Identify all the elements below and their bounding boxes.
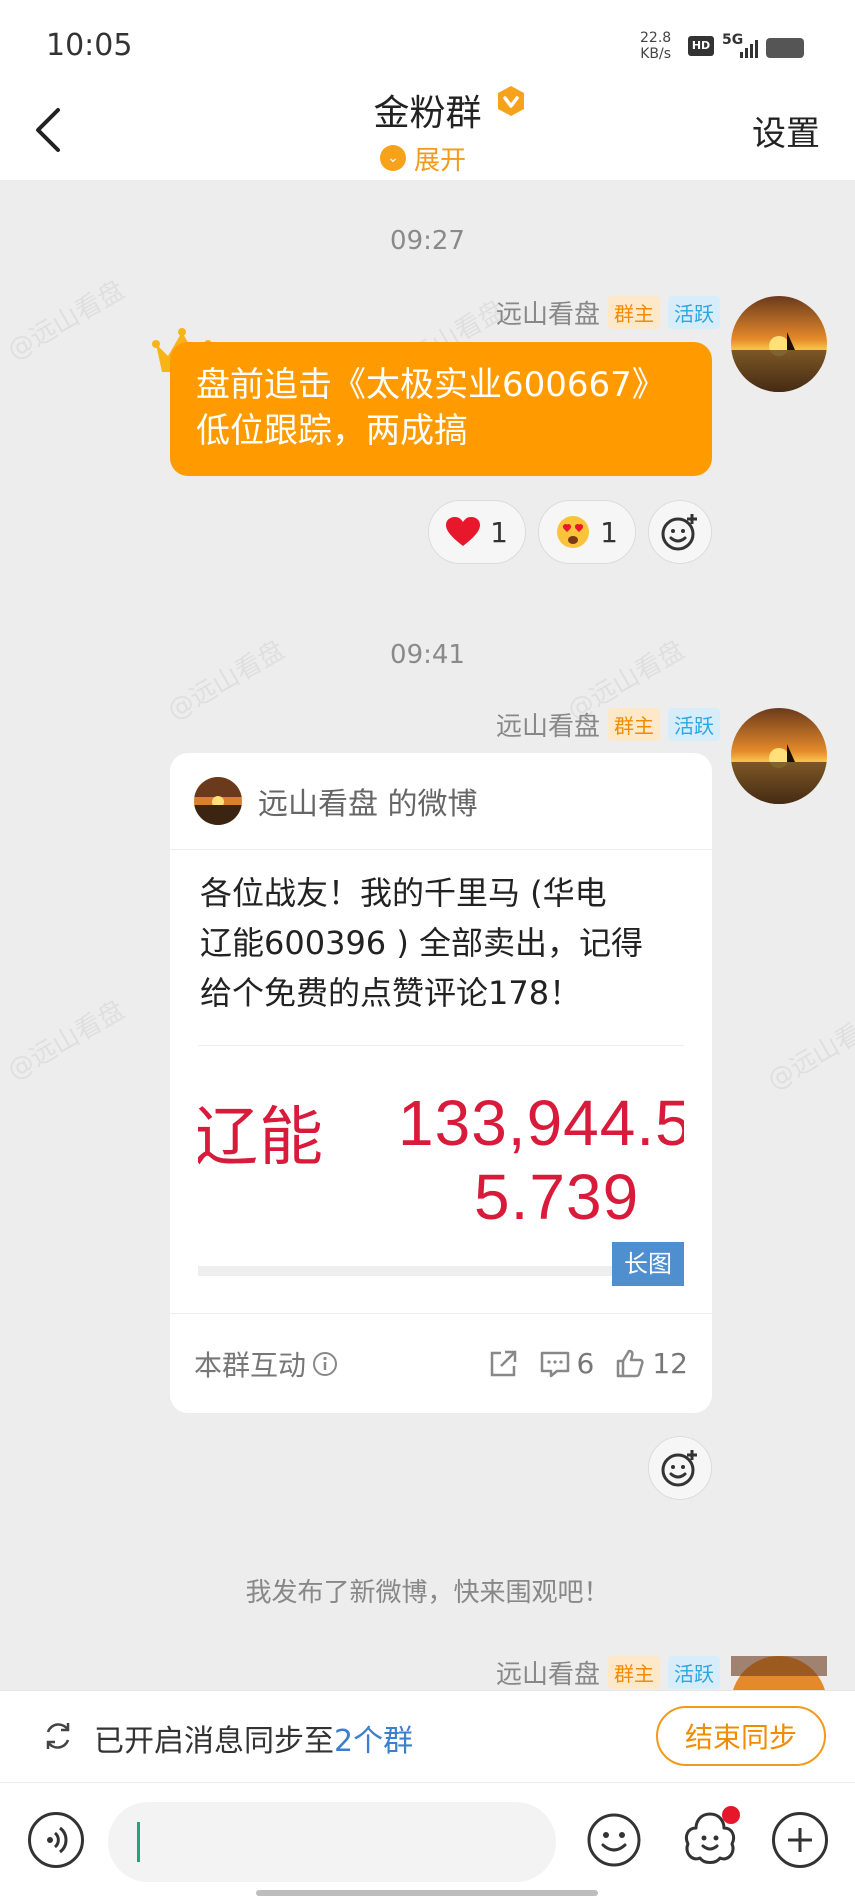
reaction-heart-eyes[interactable]: 1	[538, 500, 636, 564]
status-time: 10:05	[46, 28, 133, 63]
settings-button[interactable]: 设置	[752, 106, 820, 155]
reaction-heart[interactable]: 1	[428, 500, 526, 564]
card-footer: 本群互动 6 12	[170, 1313, 712, 1413]
voice-icon	[47, 1826, 68, 1854]
expand-label: 展开	[414, 145, 467, 176]
notification-dot	[722, 1806, 740, 1824]
weibo-card[interactable]: 远山看盘 的微博 各位战友！我的千里马 (华电 辽能600396 ) 全部卖出，…	[170, 753, 712, 1413]
add-emoji-icon	[661, 1450, 697, 1487]
expand-toggle[interactable]: ⌄ 展开	[380, 138, 466, 178]
add-emoji-icon	[661, 514, 697, 551]
plus-icon	[788, 1828, 812, 1852]
watermark: @远山看盘	[2, 275, 131, 367]
card-text: 各位战友！我的千里马 (华电 辽能600396 ) 全部卖出，记得 给个免费的点…	[200, 874, 643, 1012]
reaction-count: 1	[600, 515, 618, 549]
image-strip	[198, 1266, 612, 1276]
message-bubble[interactable]: 盘前追击《太极实业600667》 低位跟踪，两成搞	[170, 342, 712, 476]
heart-icon	[446, 517, 481, 546]
battery-icon	[766, 38, 804, 58]
sunset-avatar-icon	[194, 777, 242, 825]
group-title: 金粉群	[373, 93, 482, 134]
avatar[interactable]	[731, 1656, 827, 1690]
card-author: 远山看盘 的微博	[258, 787, 478, 822]
heart-eyes-icon	[557, 516, 590, 548]
avatar[interactable]	[731, 708, 827, 804]
info-icon	[313, 1351, 338, 1376]
comment-button[interactable]: 6	[539, 1347, 595, 1380]
sunset-avatar-icon	[731, 296, 827, 392]
verified-badge-icon	[498, 86, 524, 116]
home-indicator[interactable]	[256, 1890, 598, 1896]
emoji-button[interactable]	[586, 1812, 642, 1868]
network-speed: 22.8 KB/s	[640, 30, 672, 62]
sync-status: 已开启消息同步至2个群	[94, 1724, 414, 1759]
card-image[interactable]: 辽能 133,944.5 5.739 长图	[198, 1045, 684, 1286]
text-cursor	[137, 1822, 140, 1862]
comment-icon	[540, 1351, 569, 1377]
system-message: 我发布了新微博，快来围观吧！	[245, 1578, 610, 1608]
chevron-down-icon: ⌄	[380, 145, 406, 171]
sync-icon	[46, 1723, 70, 1749]
like-count: 12	[652, 1347, 688, 1380]
card-header: 远山看盘 的微博	[170, 753, 712, 850]
sunset-avatar-icon	[731, 1656, 827, 1690]
sunset-avatar-icon	[731, 708, 827, 804]
group-interaction[interactable]: 本群互动	[194, 1344, 338, 1384]
sender-info: 远山看盘 群主 活跃	[496, 294, 720, 331]
owner-tag: 群主	[608, 296, 660, 329]
image-text: 133,944.5	[398, 1087, 684, 1159]
thumbs-up-icon	[617, 1349, 644, 1377]
sender-name[interactable]: 远山看盘	[496, 706, 600, 743]
active-tag: 活跃	[668, 296, 720, 329]
comment-count: 6	[576, 1347, 595, 1380]
share-button[interactable]	[487, 1348, 519, 1380]
owner-tag: 群主	[608, 1656, 660, 1689]
sender-info: 远山看盘 群主 活跃	[496, 706, 720, 743]
share-icon	[490, 1350, 516, 1376]
card-actions: 6 12	[487, 1347, 688, 1380]
message-timestamp: 09:41	[390, 640, 465, 670]
active-tag: 活跃	[668, 1656, 720, 1689]
image-text: 5.739	[474, 1161, 640, 1233]
like-button[interactable]: 12	[614, 1347, 688, 1380]
active-tag: 活跃	[668, 708, 720, 741]
voice-button[interactable]	[28, 1812, 84, 1868]
avatar[interactable]	[731, 296, 827, 392]
add-reaction-button[interactable]	[648, 500, 712, 564]
sync-groups-link[interactable]: 2个群	[334, 1724, 413, 1759]
reaction-count: 1	[490, 515, 508, 549]
message-text-line: 盘前追击《太极实业600667》	[196, 365, 666, 405]
watermark: @远山看盘	[762, 1005, 855, 1097]
signal-icon	[740, 40, 758, 58]
message-input[interactable]	[108, 1802, 556, 1882]
end-sync-button[interactable]: 结束同步	[656, 1706, 826, 1766]
owner-tag: 群主	[608, 708, 660, 741]
long-image-tag: 长图	[612, 1242, 684, 1286]
sender-name[interactable]: 远山看盘	[496, 294, 600, 331]
sender-name[interactable]: 远山看盘	[496, 1654, 600, 1691]
message-text-line: 低位跟踪，两成搞	[196, 411, 468, 451]
card-avatar	[194, 777, 242, 825]
hd-icon: HD	[688, 36, 714, 56]
message-timestamp: 09:27	[390, 226, 465, 256]
image-text: 辽能	[198, 1101, 324, 1173]
more-button[interactable]	[772, 1812, 828, 1868]
add-reaction-button[interactable]	[648, 1436, 712, 1500]
watermark: @远山看盘	[2, 995, 131, 1087]
sender-info: 远山看盘 群主 活跃	[496, 1654, 720, 1691]
